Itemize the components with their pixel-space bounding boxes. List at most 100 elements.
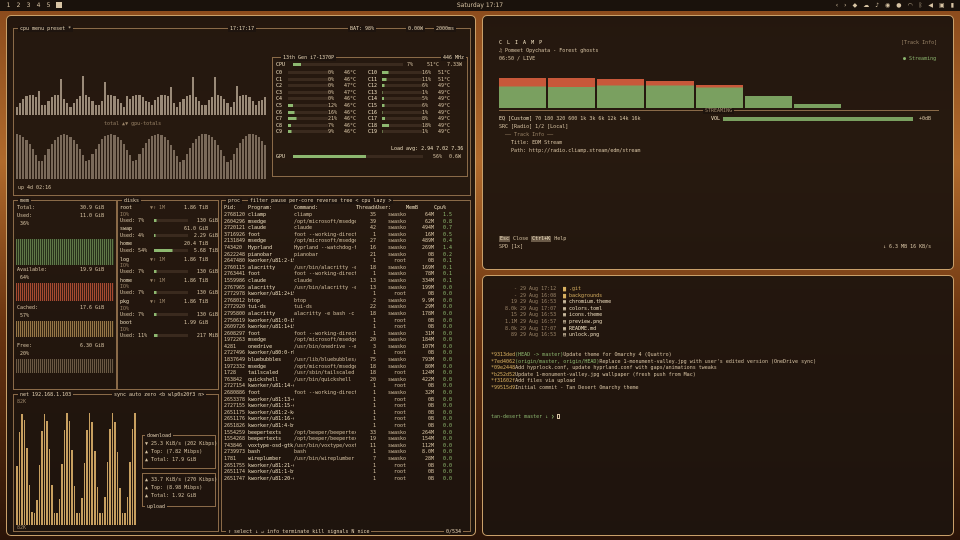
file-entry[interactable]: 8.0k 29 Aug 17:07 ▦ README.md [499, 326, 939, 333]
net-title-ip[interactable]: net 192.168.1.103 [18, 392, 74, 398]
track-info-button[interactable]: [Track Info] [901, 40, 937, 46]
column-header[interactable]: Pid: [224, 205, 248, 212]
proc-header-tags[interactable]: filter pause per-core reverse tree < cpu… [248, 198, 394, 204]
table-row[interactable]: 1559986 claude claude 13 swasko 334M 0.1 [224, 278, 468, 285]
workspace-1[interactable]: 1 [6, 2, 11, 9]
table-row[interactable]: 1781 wireplumber/usr/bin/wireplumber 7 swas… [224, 456, 468, 463]
disk-item[interactable]: swap 61.0 GiB Used: 4% 2.29 GiB [120, 226, 218, 239]
table-row[interactable]: 2739973 bash bash 1 swasko 8.0M 0.0 [224, 449, 468, 456]
proc-title[interactable]: proc [226, 198, 243, 204]
battery-icon[interactable]: ▮ [951, 2, 954, 9]
table-row[interactable]: 2680886 foot foot --working-direct 1 swasko 3… [224, 390, 468, 397]
column-header[interactable]: MemB [406, 205, 434, 212]
shell-prompt[interactable]: tan-desert master ↓ ❯ [491, 414, 561, 420]
file-entry[interactable]: 15 29 Aug 16:53 ▦ icons.theme [499, 312, 939, 319]
disk-item[interactable]: log ▼↑ 1M 1.86 TiB IO% Used: 7% 130 GiB [120, 257, 218, 276]
table-row[interactable]: 2727154 kworker/u81:14-e 1 root 0B 0.0 [224, 383, 468, 390]
table-row[interactable]: 2651174 kworker/u81:1-bt 1 root 0B 0.0 [224, 469, 468, 476]
commit-row[interactable]: * 99515d9 Initial commit - Tan Desert Om… [491, 385, 951, 392]
disk-item[interactable]: home 20.4 TiB Used: 54% 5.68 TiB [120, 241, 218, 254]
file-entry[interactable]: 8.0k 29 Aug 17:07 ▦ colors.toml [499, 306, 939, 313]
table-row[interactable]: 3716926 foot foot --working-direct 1 swasko 1… [224, 232, 468, 239]
file-entry[interactable]: -29 Aug 16:08 ▆ backgrounds [499, 293, 939, 300]
table-row[interactable]: 2727155 kworker/u81:15-e 1 root 0B 0.0 [224, 403, 468, 410]
dropbox-icon[interactable]: ◆ [853, 2, 858, 9]
headphones-icon[interactable]: ◉ [885, 2, 890, 9]
table-row[interactable]: 2651176 kworker/u81:16-e 1 root 0B 0.0 [224, 416, 468, 423]
file-entry[interactable]: 19 29 Aug 16:53 ▦ chromium.theme [499, 299, 939, 306]
table-row[interactable]: 1972263 msedge/opt/microsoft/msedge 20 swas… [224, 337, 468, 344]
cloud-icon[interactable]: ☁ [863, 2, 869, 9]
active-workspace-indicator[interactable] [56, 2, 62, 8]
column-header[interactable]: Cpu% [434, 205, 452, 212]
clock[interactable]: Saturday 17:17 [0, 2, 960, 9]
workspace-2[interactable]: 2 [16, 2, 21, 9]
table-row[interactable]: 1554268 beepertexts/opt/beeper/beepertex 1… [224, 436, 468, 443]
table-row[interactable]: 2772920 tui-ds tui-ds 22 swasko 29M 0.0 [224, 304, 468, 311]
disk-item[interactable]: root ▼↑ 1M 1.86 TiB IO% Used: 7% 130 GiB [120, 205, 218, 224]
table-row[interactable]: 2750619 kworker/u81:0-i9 1 root 0B 0.0 [224, 318, 468, 325]
commit-row[interactable]: * 7ed4062 (origin/master, origin/HEAD) R… [491, 359, 951, 366]
bluetooth-icon[interactable]: ᛒ [919, 2, 923, 9]
table-row[interactable]: 2608297 foot foot --working-direct 1 swasko 3… [224, 331, 468, 338]
workspace-3[interactable]: 3 [26, 2, 31, 9]
table-row[interactable]: 763842 quickshell/usr/bin/quickshell 20 swa… [224, 377, 468, 384]
workspace-5[interactable]: 5 [46, 2, 51, 9]
file-entry[interactable]: 89 29 Aug 16:53 ▤ unlock.png [499, 332, 939, 339]
file-entry[interactable]: -29 Aug 17:12 ▆ .git [499, 286, 939, 293]
esc-key[interactable]: Esc [499, 236, 511, 242]
table-row[interactable]: 2772978 kworker/u81:2+i9 1 root 0B 0.0 [224, 291, 468, 298]
commit-row[interactable]: * 9313ded (HEAD -> master) Update theme … [491, 352, 951, 359]
table-row[interactable]: 2795800 alacritty alacritty -e bash -c 18 sw… [224, 311, 468, 318]
table-row[interactable]: 2768012 btop btop 2 swasko 9.9M 0.0 [224, 298, 468, 305]
eq-preset[interactable]: EQ [Custom] 70 180 320 600 1k 3k 6k 12k … [499, 116, 641, 122]
table-row[interactable]: 1728 tailscaled/usr/sbin/tailscaled 18 root… [224, 370, 468, 377]
btop-window[interactable]: cpu menu preset * 17:17:17 BAT: 98% 0.00… [6, 15, 476, 536]
wifi-icon[interactable]: ◠ [908, 2, 913, 9]
table-row[interactable]: 2651826 kworker/u81:4-bt 1 root 0B 0.0 [224, 423, 468, 430]
table-row[interactable]: 4281 onedrive/usr/bin/onedrive --m 3 swasko… [224, 344, 468, 351]
commit-row[interactable]: * f31602f Add files via upload [491, 378, 951, 385]
table-row[interactable]: 2651747 kworker/u81:20-e 1 root 0B 0.0 [224, 476, 468, 483]
disks-title[interactable]: disks [122, 198, 142, 204]
volume-slider[interactable] [723, 117, 913, 121]
table-row[interactable]: 2604296 msedge/opt/microsoft/msedge 39 swas… [224, 219, 468, 226]
net-controls[interactable]: sync auto zero <b wlp0s20f3 n> [112, 392, 207, 398]
table-row[interactable]: 2763441 foot foot --working-direct 1 swasko 7… [224, 271, 468, 278]
workspace-4[interactable]: 4 [36, 2, 41, 9]
proc-footer[interactable]: ↑ select ↓ ↵ info terminate kill signals… [226, 529, 372, 535]
table-row[interactable]: 2131849 msedge/opt/microsoft/msedge 27 swas… [224, 238, 468, 245]
disk-item[interactable]: pkg ▼↑ 1M 1.86 TiB IO% Used: 7% 130 GiB [120, 299, 218, 318]
commit-row[interactable]: * b252d52 Update 1-monument-valley.jpg w… [491, 372, 951, 379]
column-header[interactable]: Program: [248, 205, 294, 212]
table-row[interactable]: 2720121 claude claude 42 swasko 494M 0.7 [224, 225, 468, 232]
file-entry[interactable]: 1.1M 29 Aug 16:57 ▤ preview.png [499, 319, 939, 326]
table-row[interactable]: 1972332 msedge/opt/microsoft/msedge 18 swas… [224, 364, 468, 371]
commit-row[interactable]: * 09e2448 Add hyprlock.conf, update hypr… [491, 365, 951, 372]
table-row[interactable]: 1837649 bluebubbles/usr/lib/bluebubbles/7… [224, 357, 468, 364]
table-row[interactable]: 1554259 beepertexts/opt/beeper/beepertex 3… [224, 430, 468, 437]
column-header[interactable]: Command: [294, 205, 356, 212]
table-row[interactable]: 2647480 kworker/u81:2-i9 1 root 0B 0.1 [224, 258, 468, 265]
cpu-icon[interactable]: ▣ [939, 2, 945, 9]
table-row[interactable]: 2653378 kworker/u81:13-e 1 root 0B 0.0 [224, 397, 468, 404]
table-row[interactable]: 2760115 alacritty/usr/bin/alacritty -e 18 s… [224, 265, 468, 272]
table-row[interactable]: 2651755 kworker/u81:21-e 1 root 0B 0.0 [224, 463, 468, 470]
memory-title[interactable]: mem [18, 198, 32, 204]
table-row[interactable]: 2768120 cliamp cliamp 35 swasko 64M 1.5 [224, 212, 468, 219]
table-row[interactable]: 2622248 pianobar pianobar 21 swasko 0B 0.2 [224, 252, 468, 259]
speed-setting[interactable]: SPD [1x] [499, 244, 523, 250]
bell-icon[interactable]: ♪ [875, 2, 879, 9]
cliamp-music-window[interactable]: C L I A M P ♫ Pomeet Opychata - Forest g… [482, 15, 954, 270]
cpu-menu-label[interactable]: cpu menu preset * [18, 26, 74, 32]
mic-icon[interactable]: ● [896, 2, 901, 9]
source-selector[interactable]: SRC [Radio] 1/2 [Local] [499, 124, 568, 130]
terminal-window[interactable]: -29 Aug 17:12 ▆ .git -29 Aug 16:08 ▆ backgrou… [482, 275, 954, 536]
table-row[interactable]: 2727496 kworker/u80:0-rk 1 root 0B 0.0 [224, 350, 468, 357]
table-row[interactable]: 2767965 alacritty/usr/bin/alacritty -e 13 s… [224, 285, 468, 292]
table-row[interactable]: 2609726 kworker/u81:1+i9 1 root 0B 0.0 [224, 324, 468, 331]
help-key[interactable]: Ctrl+K [531, 236, 552, 242]
table-row[interactable]: 743846 voxtype-osd-gtk/usr/bin/voxtype/vo… [224, 443, 468, 450]
table-row[interactable]: 2651175 kworker/u81:2-kc 1 root 0B 0.0 [224, 410, 468, 417]
column-header[interactable]: Threads: [356, 205, 376, 212]
